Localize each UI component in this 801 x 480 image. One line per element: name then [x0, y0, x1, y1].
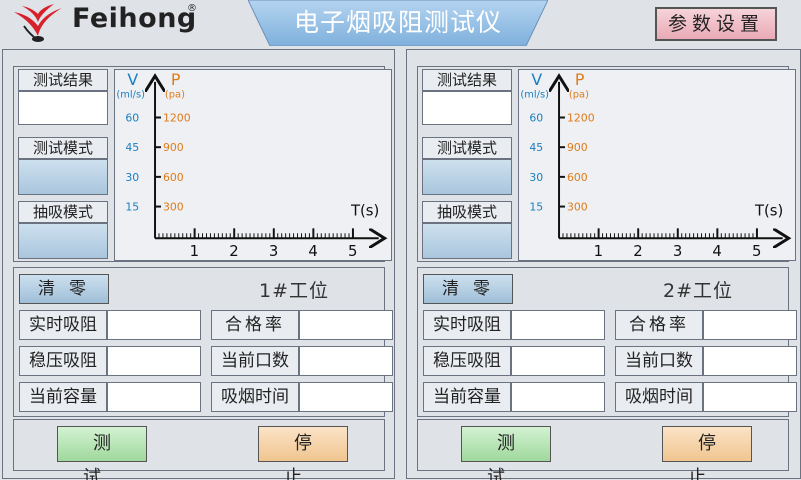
- realtime-chart: V (ml/s) P (pa) T(s) 60453015 1200900600…: [518, 69, 796, 261]
- pass-rate-label: 合格率: [211, 310, 299, 340]
- current-puffs-label: 当前口数: [615, 346, 703, 376]
- x-tick-label: 3: [673, 243, 682, 260]
- v-tick-label: 45: [125, 141, 139, 154]
- p-axis-title: P: [575, 70, 585, 89]
- current-puffs-value: [299, 346, 393, 376]
- realtime-resistance-label: 实时吸阻: [423, 310, 511, 340]
- p-tick-label: 900: [163, 141, 184, 154]
- v-tick-label: 30: [529, 171, 543, 184]
- measurement-section: 清零 1#工位 实时吸阻 合格率 稳压吸阻 当前口数 当前容量 吸烟时间: [13, 267, 393, 417]
- brand-name: Feihong: [72, 3, 197, 34]
- test-mode-selector[interactable]: [18, 159, 108, 195]
- x-tick-label: 2: [633, 243, 642, 260]
- pass-rate-label: 合格率: [615, 310, 703, 340]
- station-label: 2#工位: [663, 280, 734, 302]
- test-mode-label: 测试模式: [422, 137, 512, 159]
- feihong-logo-icon: [14, 4, 62, 42]
- stable-resistance-label: 稳压吸阻: [19, 346, 107, 376]
- registered-mark: ®: [187, 3, 197, 14]
- x-tick-label: 5: [752, 243, 761, 260]
- v-axis-unit: (ml/s): [116, 90, 145, 101]
- p-axis-unit: (pa): [569, 90, 589, 101]
- control-section: 测试 停止: [417, 419, 789, 480]
- v-axis-title: V: [531, 70, 542, 89]
- clear-button[interactable]: 清零: [19, 274, 109, 304]
- x-tick-label: 2: [229, 243, 238, 260]
- station-panel-1: 测试结果 测试模式 抽吸模式 V (ml/s) P (pa) T(s) 60 45…: [2, 49, 395, 480]
- current-capacity-label: 当前容量: [423, 382, 511, 412]
- realtime-resistance-value: [107, 310, 201, 340]
- test-result-label: 测试结果: [18, 69, 108, 91]
- test-result-display: [18, 91, 108, 125]
- x-tick-label: 4: [712, 243, 721, 260]
- measurement-section: 清零 2#工位 实时吸阻 合格率 稳压吸阻 当前口数 当前容量 吸烟时间: [417, 267, 797, 417]
- header-bar: Feihong ® 电子烟吸阻测试仪 参数设置: [0, 0, 801, 46]
- test-result-display: [422, 91, 512, 125]
- current-capacity-label: 当前容量: [19, 382, 107, 412]
- smoking-time-value: [299, 382, 393, 412]
- test-mode-label: 测试模式: [18, 137, 108, 159]
- p-tick-label: 600: [567, 171, 588, 184]
- p-tick-label: 300: [163, 201, 184, 214]
- station-label: 1#工位: [259, 280, 330, 302]
- p-tick-label: 900: [567, 141, 588, 154]
- suction-mode-label: 抽吸模式: [422, 201, 512, 223]
- realtime-resistance-value: [511, 310, 605, 340]
- time-axis-label: T(s): [350, 202, 379, 219]
- smoking-time-label: 吸烟时间: [211, 382, 299, 412]
- realtime-chart: V (ml/s) P (pa) T(s) 60453015 1200900600…: [114, 69, 392, 261]
- app-title: 电子烟吸阻测试仪: [293, 8, 502, 37]
- v-tick-label: 60: [529, 111, 543, 124]
- station-panel-2: 测试结果 测试模式 抽吸模式 V (ml/s) P (pa) T(s) 60 45…: [406, 49, 801, 480]
- x-tick-label: 3: [269, 243, 278, 260]
- stable-resistance-value: [107, 346, 201, 376]
- parameter-settings-button[interactable]: 参数设置: [655, 7, 777, 41]
- chart-section: 测试结果 测试模式 抽吸模式 V (ml/s) P (pa) T(s) 60 45…: [13, 66, 392, 262]
- x-tick-label: 5: [348, 243, 357, 260]
- stop-button[interactable]: 停止: [662, 426, 752, 480]
- suction-mode-selector[interactable]: [422, 223, 512, 259]
- control-section: 测试 停止: [13, 419, 385, 480]
- x-tick-label: 1: [190, 243, 199, 260]
- p-axis-title: P: [171, 70, 181, 89]
- stable-resistance-value: [511, 346, 605, 376]
- current-puffs-value: [703, 346, 797, 376]
- test-button[interactable]: 测试: [57, 426, 147, 480]
- current-capacity-value: [107, 382, 201, 412]
- stable-resistance-label: 稳压吸阻: [423, 346, 511, 376]
- test-mode-selector[interactable]: [422, 159, 512, 195]
- p-tick-label: 1200: [567, 111, 595, 124]
- suction-mode-selector[interactable]: [18, 223, 108, 259]
- realtime-resistance-label: 实时吸阻: [19, 310, 107, 340]
- pass-rate-value: [703, 310, 797, 340]
- v-tick-label: 45: [529, 141, 543, 154]
- clear-button[interactable]: 清零: [423, 274, 513, 304]
- test-button[interactable]: 测试: [461, 426, 551, 480]
- suction-mode-label: 抽吸模式: [18, 201, 108, 223]
- test-result-label: 测试结果: [422, 69, 512, 91]
- x-tick-label: 4: [308, 243, 317, 260]
- smoking-time-label: 吸烟时间: [615, 382, 703, 412]
- stop-button[interactable]: 停止: [258, 426, 348, 480]
- smoking-time-value: [703, 382, 797, 412]
- pass-rate-value: [299, 310, 393, 340]
- time-axis-label: T(s): [754, 202, 783, 219]
- v-axis-unit: (ml/s): [520, 90, 549, 101]
- v-tick-label: 15: [529, 201, 543, 214]
- p-tick-label: 600: [163, 171, 184, 184]
- chart-section: 测试结果 测试模式 抽吸模式 V (ml/s) P (pa) T(s) 60 45…: [417, 66, 796, 262]
- p-tick-label: 1200: [163, 111, 191, 124]
- x-tick-label: 1: [594, 243, 603, 260]
- current-capacity-value: [511, 382, 605, 412]
- v-tick-label: 60: [125, 111, 139, 124]
- v-tick-label: 30: [125, 171, 139, 184]
- v-axis-title: V: [127, 70, 138, 89]
- p-tick-label: 300: [567, 201, 588, 214]
- v-tick-label: 15: [125, 201, 139, 214]
- current-puffs-label: 当前口数: [211, 346, 299, 376]
- p-axis-unit: (pa): [165, 90, 185, 101]
